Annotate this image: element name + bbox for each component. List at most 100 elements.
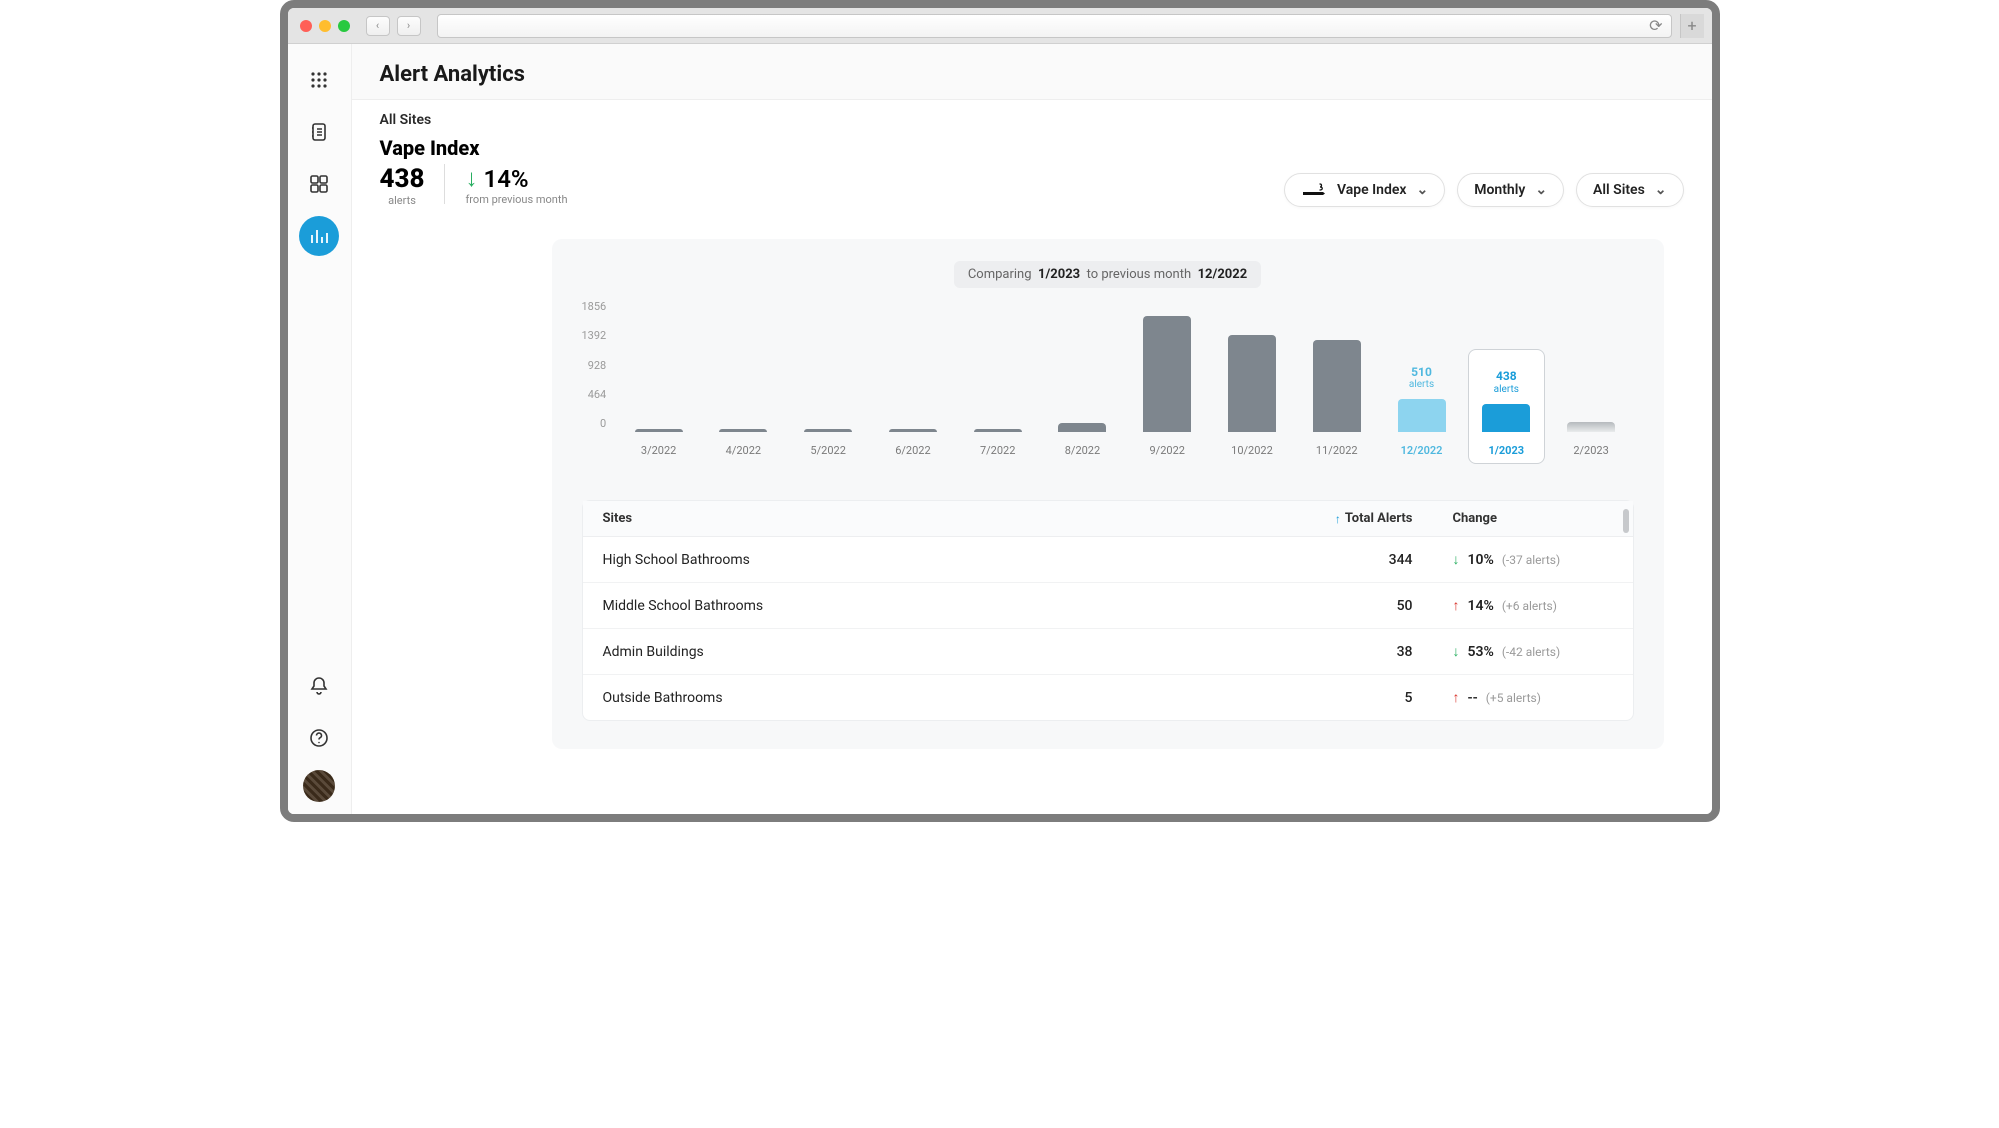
- col-header-change[interactable]: Change: [1413, 511, 1613, 526]
- table-row[interactable]: Outside Bathrooms5 ↑ -- (+5 alerts): [583, 675, 1633, 720]
- browser-window: ‹ › ⟳ +: [280, 0, 1720, 822]
- change-delta: (-42 alerts): [1502, 645, 1560, 659]
- page-header: Alert Analytics: [352, 44, 1712, 100]
- maximize-window-icon[interactable]: [338, 20, 350, 32]
- y-tick: 464: [588, 388, 607, 401]
- cell-change: ↑ -- (+5 alerts): [1413, 689, 1613, 706]
- metric-value: 438: [380, 164, 425, 194]
- x-tick-label: 12/2022: [1401, 444, 1443, 460]
- chart-bar[interactable]: [804, 429, 852, 432]
- filter-period[interactable]: Monthly ⌄: [1457, 173, 1564, 207]
- change-pct: 10%: [1468, 552, 1494, 568]
- metric-change-sub: from previous month: [465, 193, 567, 206]
- change-pct: 53%: [1468, 644, 1494, 660]
- bar-callout: 438alerts: [1494, 369, 1519, 395]
- browser-url-bar[interactable]: ⟳: [437, 14, 1672, 38]
- chart-bar[interactable]: [1228, 335, 1276, 432]
- chart-bar-slot[interactable]: 7/2022: [955, 429, 1040, 460]
- window-controls: [300, 20, 350, 32]
- sidebar: [288, 44, 352, 814]
- filter-bar: Vape Index ⌄ Monthly ⌄ All Sites ⌄: [1284, 173, 1684, 207]
- app-shell: Alert Analytics All Sites Vape Index 438…: [288, 44, 1712, 814]
- filter-metric[interactable]: Vape Index ⌄: [1284, 173, 1445, 207]
- change-pct: --: [1468, 690, 1478, 706]
- x-tick-label: 11/2022: [1316, 444, 1358, 460]
- chart-y-axis: 185613929284640: [582, 300, 617, 430]
- chart-bar[interactable]: [889, 429, 937, 432]
- chart-bar[interactable]: [719, 429, 767, 432]
- minimize-window-icon[interactable]: [319, 20, 331, 32]
- chart-bar-slot[interactable]: 5/2022: [786, 429, 871, 460]
- sidebar-item-logs[interactable]: [299, 112, 339, 152]
- x-tick-label: 6/2022: [895, 444, 930, 460]
- chart-bars: 3/2022 4/2022 5/2022 6/2022 7/2022 8/2022 9/20…: [616, 300, 1633, 460]
- close-window-icon[interactable]: [300, 20, 312, 32]
- reload-icon[interactable]: ⟳: [1649, 16, 1662, 35]
- col-header-sites[interactable]: Sites: [603, 511, 1273, 526]
- chart-bar[interactable]: [635, 429, 683, 432]
- x-tick-label: 9/2022: [1149, 444, 1184, 460]
- y-tick: 928: [588, 359, 607, 372]
- breadcrumb[interactable]: All Sites: [380, 112, 568, 128]
- filter-metric-label: Vape Index: [1337, 182, 1407, 198]
- x-tick-label: 4/2022: [726, 444, 761, 460]
- cell-total-alerts: 50: [1273, 598, 1413, 614]
- cell-total-alerts: 5: [1273, 690, 1413, 706]
- chevron-down-icon: ⌄: [1655, 182, 1667, 198]
- metric-change-pct: 14%: [483, 165, 528, 193]
- chart-bar[interactable]: [1313, 340, 1361, 432]
- chart-bar-slot[interactable]: 510alerts12/2022: [1379, 365, 1464, 460]
- x-tick-label: 7/2022: [980, 444, 1015, 460]
- chart-bar[interactable]: [1482, 404, 1530, 432]
- cell-site: Outside Bathrooms: [603, 690, 1273, 706]
- comparing-previous: 12/2022: [1198, 267, 1248, 282]
- table-row[interactable]: Admin Buildings38↓53%(-42 alerts): [583, 629, 1633, 675]
- arrow-down-icon: ↓: [1453, 551, 1460, 568]
- cell-site: Admin Buildings: [603, 644, 1273, 660]
- chart-bar[interactable]: [1567, 422, 1615, 432]
- filter-scope-label: All Sites: [1593, 182, 1645, 198]
- cell-site: High School Bathrooms: [603, 552, 1273, 568]
- table-row[interactable]: High School Bathrooms344↓10%(-37 alerts): [583, 537, 1633, 583]
- x-tick-label: 5/2022: [810, 444, 845, 460]
- chart-bar-slot[interactable]: 3/2022: [616, 429, 701, 460]
- divider: [444, 164, 445, 204]
- arrow-up-icon: ↑: [1453, 689, 1460, 706]
- cell-change: ↓10%(-37 alerts): [1413, 551, 1613, 568]
- x-tick-label: 2/2023: [1573, 444, 1608, 460]
- chart-bar-slot[interactable]: 8/2022: [1040, 423, 1125, 460]
- avatar[interactable]: [303, 770, 335, 802]
- help-icon[interactable]: [299, 718, 339, 758]
- chart-bar-slot[interactable]: 10/2022: [1210, 335, 1295, 460]
- table-row[interactable]: Middle School Bathrooms50↑14%(+6 alerts): [583, 583, 1633, 629]
- chart-bar[interactable]: [1398, 399, 1446, 432]
- chart-bar-slot[interactable]: 438alerts 1/2023: [1464, 369, 1549, 460]
- arrow-down-icon: ↓: [1453, 643, 1460, 660]
- change-delta: (+5 alerts): [1486, 691, 1541, 705]
- chart-bar-slot[interactable]: 6/2022: [871, 429, 956, 460]
- x-tick-label: 10/2022: [1231, 444, 1273, 460]
- chart-bar-slot[interactable]: 9/2022: [1125, 316, 1210, 460]
- cell-site: Middle School Bathrooms: [603, 598, 1273, 614]
- comparing-current: 1/2023: [1038, 267, 1080, 282]
- scrollbar-thumb[interactable]: [1623, 509, 1629, 533]
- sort-asc-icon: ↑: [1335, 512, 1341, 526]
- chart-area: 185613929284640 3/20224/20225/20226/2022…: [582, 300, 1634, 480]
- chart-bar[interactable]: [974, 429, 1022, 432]
- filter-scope[interactable]: All Sites ⌄: [1576, 173, 1683, 207]
- main-content: Alert Analytics All Sites Vape Index 438…: [352, 44, 1712, 814]
- sidebar-item-analytics[interactable]: [299, 216, 339, 256]
- browser-back-button[interactable]: ‹: [366, 16, 390, 36]
- col-header-total[interactable]: ↑ Total Alerts: [1273, 511, 1413, 526]
- chart-bar-slot[interactable]: 2/2023: [1549, 422, 1634, 460]
- chart-bar[interactable]: [1143, 316, 1191, 432]
- x-tick-label: 1/2023: [1488, 444, 1524, 460]
- sidebar-item-dashboard[interactable]: [299, 164, 339, 204]
- browser-forward-button[interactable]: ›: [397, 16, 421, 36]
- new-tab-button[interactable]: +: [1680, 14, 1704, 38]
- chart-bar-slot[interactable]: 4/2022: [701, 429, 786, 460]
- notifications-icon[interactable]: [299, 666, 339, 706]
- app-grid-icon[interactable]: [299, 60, 339, 100]
- chart-bar[interactable]: [1058, 423, 1106, 432]
- chart-bar-slot[interactable]: 11/2022: [1294, 340, 1379, 460]
